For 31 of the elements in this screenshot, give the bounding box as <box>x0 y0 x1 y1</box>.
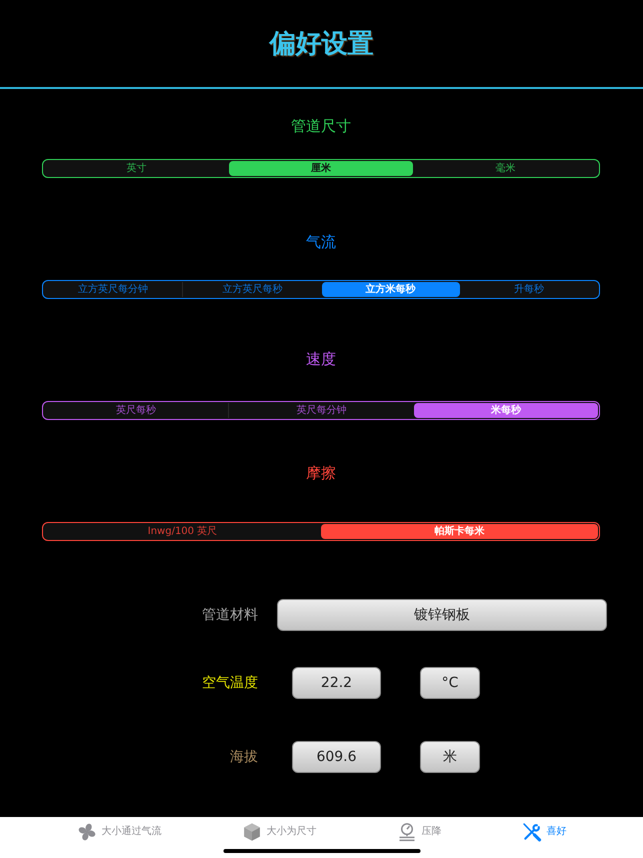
unit-button[interactable]: 米 <box>420 741 480 773</box>
segment-option[interactable]: Inwg/100 英尺 <box>44 524 321 539</box>
segment-option[interactable]: 毫米 <box>413 161 598 176</box>
section-title: 气流 <box>305 232 337 252</box>
segment-option[interactable]: 英尺每秒 <box>44 403 228 418</box>
setting-label: 空气温度 <box>201 674 258 692</box>
page-title: 偏好设置 <box>270 28 374 60</box>
segment-option[interactable]: 帕斯卡每米 <box>321 524 598 539</box>
material-picker-button[interactable]: 镀锌钢板 <box>277 599 607 631</box>
section-title: 管道尺寸 <box>290 116 352 136</box>
cube-icon <box>242 822 262 842</box>
gauge-icon <box>396 822 416 842</box>
tab-item[interactable]: 喜好 <box>522 822 566 842</box>
wrench-screwdriver-icon <box>522 822 542 842</box>
segment-option[interactable]: 米每秒 <box>414 403 598 418</box>
tab-item[interactable]: 压降 <box>396 822 442 842</box>
segment-option[interactable]: 英寸 <box>44 161 229 176</box>
segment-option[interactable]: 升每秒 <box>460 282 598 297</box>
unit-button[interactable]: °C <box>420 667 480 699</box>
value-button[interactable]: 609.6 <box>292 741 381 773</box>
tab-item[interactable]: 大小为尺寸 <box>242 822 316 842</box>
segment-option[interactable]: 立方英尺每分钟 <box>44 282 182 297</box>
section-title: 速度 <box>305 349 337 369</box>
value-button[interactable]: 22.2 <box>292 667 381 699</box>
setting-label: 管道材料 <box>201 606 258 624</box>
segment-option[interactable]: 立方米每秒 <box>322 282 460 297</box>
setting-label: 海拔 <box>229 748 258 766</box>
segment-option[interactable]: 厘米 <box>228 161 414 176</box>
fan-icon <box>76 822 96 842</box>
section-title: 摩擦 <box>305 463 337 483</box>
tab-item[interactable]: 大小通过气流 <box>76 822 162 842</box>
